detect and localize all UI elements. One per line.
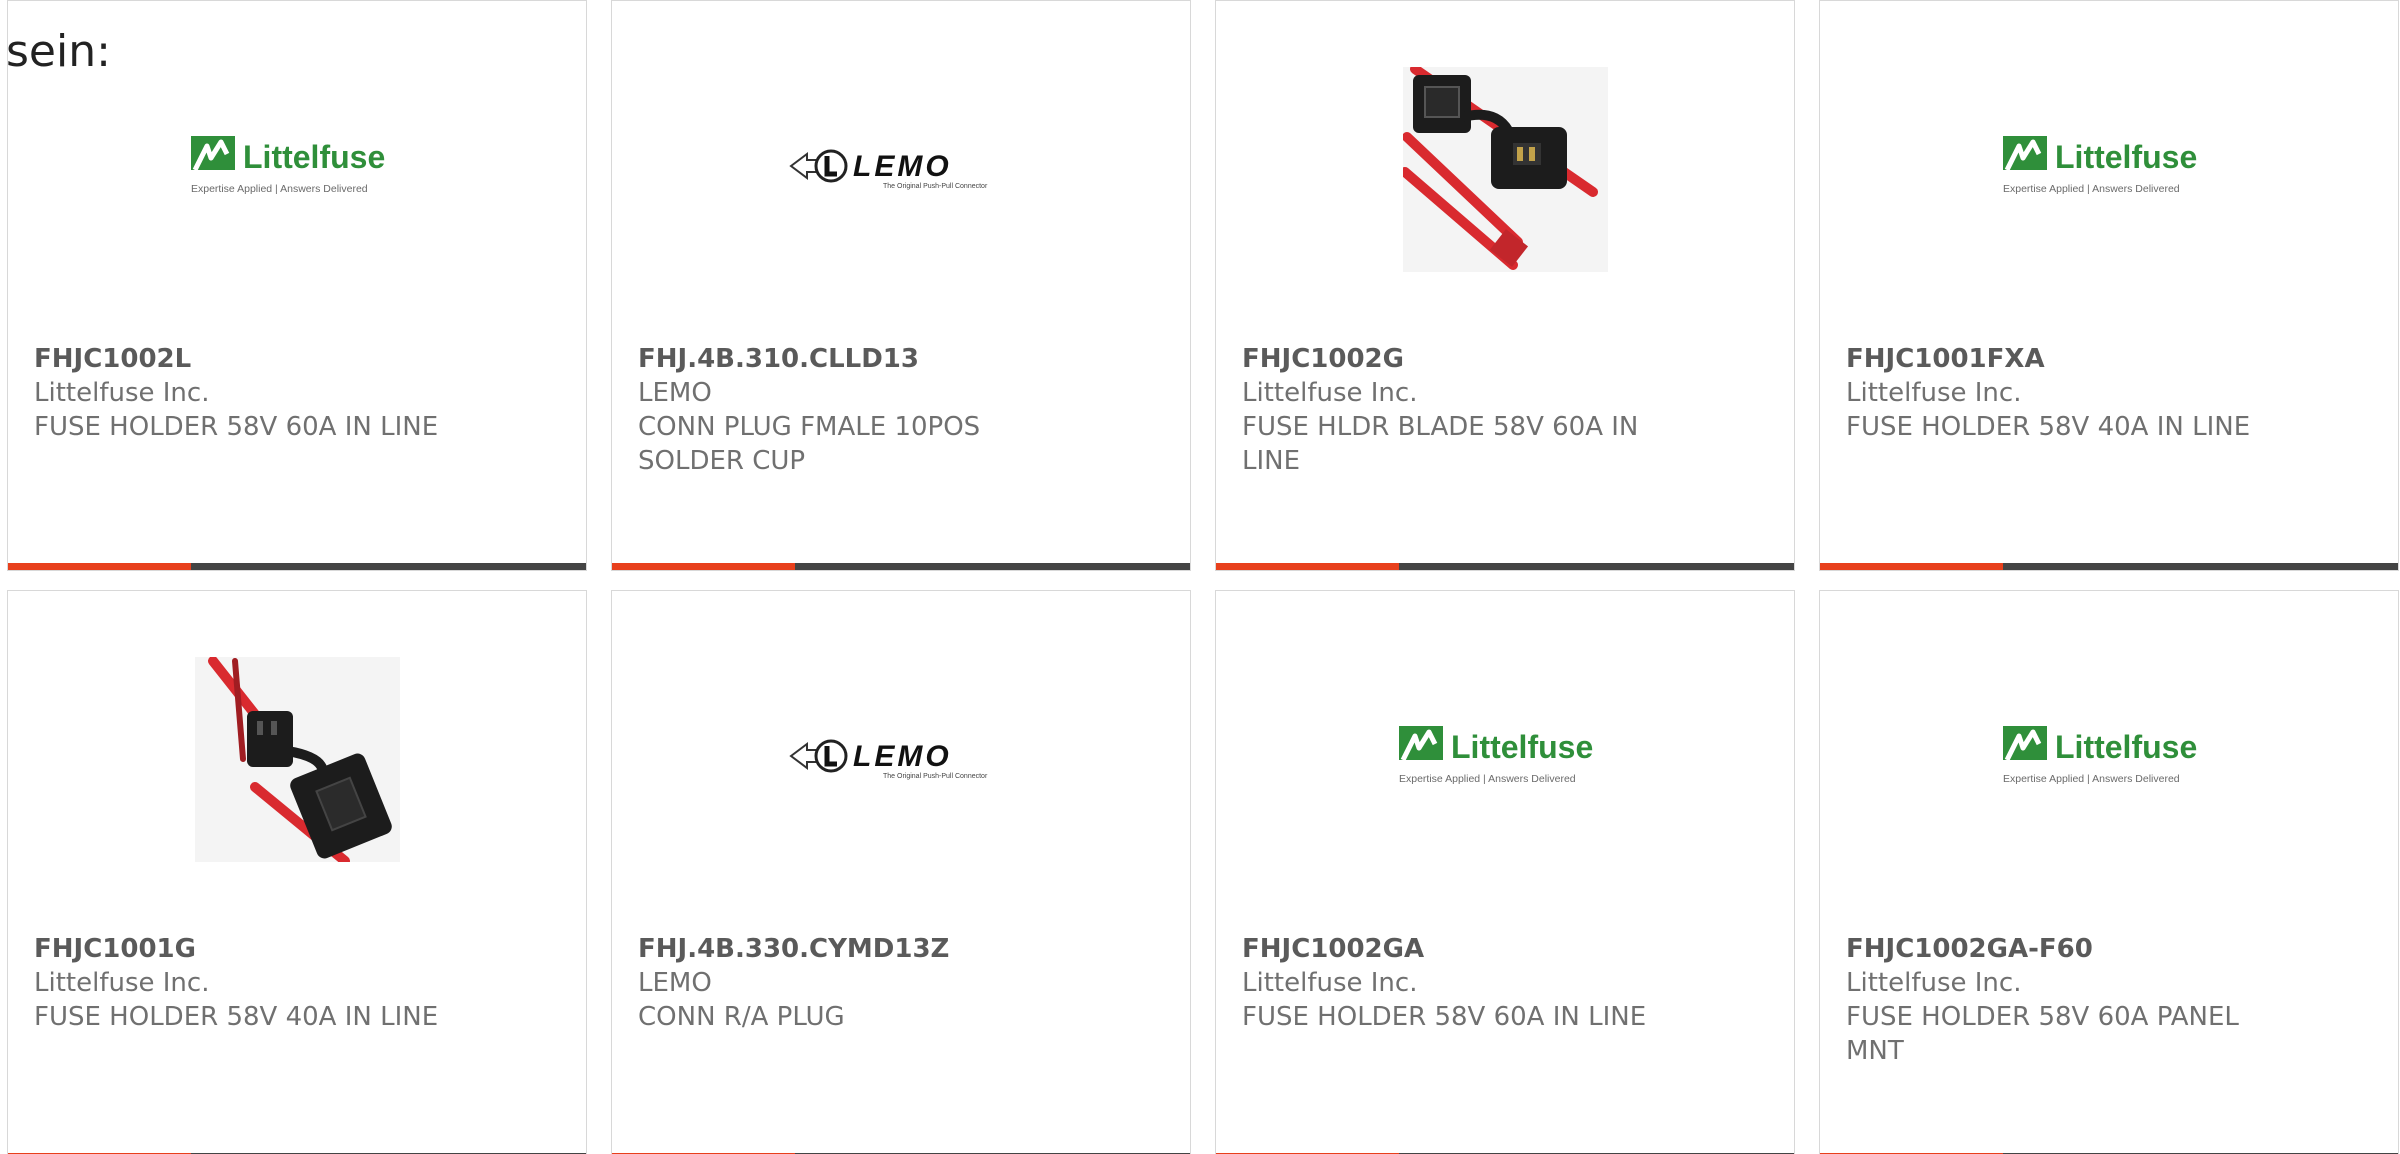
littelfuse-logo-text: Littelfuse bbox=[243, 139, 385, 175]
product-card[interactable]: LEMO The Original Push-Pull Connector FHJ… bbox=[611, 590, 1191, 1154]
product-description: CONN PLUG FMALE 10POS SOLDER CUP bbox=[638, 412, 981, 476]
product-manufacturer: Littelfuse Inc. bbox=[1846, 968, 2022, 998]
littelfuse-logo: Littelfuse Expertise Applied | Answers De… bbox=[2003, 726, 2197, 785]
littelfuse-logo: Littelfuse Expertise Applied | Answers De… bbox=[191, 136, 385, 195]
product-description: FUSE HLDR BLADE 58V 60A IN LINE bbox=[1242, 412, 1639, 476]
product-description: FUSE HOLDER 58V 60A IN LINE bbox=[34, 412, 439, 442]
product-description: FUSE HOLDER 58V 40A IN LINE bbox=[34, 1002, 439, 1032]
lemo-logo-text: LEMO bbox=[853, 150, 952, 183]
product-image: Littelfuse Expertise Applied | Answers De… bbox=[8, 64, 586, 274]
card-bottom-bar bbox=[1216, 563, 1794, 570]
littelfuse-logo-text: Littelfuse bbox=[2055, 729, 2197, 765]
fuse-holder-photo bbox=[1402, 66, 1608, 272]
product-image: LEMO The Original Push-Pull Connector bbox=[612, 654, 1190, 864]
product-image: Littelfuse Expertise Applied | Answers De… bbox=[1820, 64, 2398, 274]
product-card[interactable]: Littelfuse Expertise Applied | Answers De… bbox=[7, 0, 587, 571]
lemo-mark-icon bbox=[789, 739, 848, 773]
product-card[interactable]: Littelfuse Expertise Applied | Answers De… bbox=[1819, 590, 2399, 1154]
product-manufacturer: Littelfuse Inc. bbox=[34, 968, 210, 998]
littelfuse-logo-text: Littelfuse bbox=[1451, 729, 1593, 765]
product-image bbox=[1216, 64, 1794, 274]
littelfuse-tagline: Expertise Applied | Answers Delivered bbox=[2003, 183, 2180, 195]
product-card[interactable]: LEMO The Original Push-Pull Connector FHJ… bbox=[611, 0, 1191, 571]
card-bottom-bar bbox=[1820, 563, 2398, 570]
product-manufacturer: LEMO bbox=[638, 378, 712, 408]
product-image: Littelfuse Expertise Applied | Answers De… bbox=[1216, 654, 1794, 864]
product-part-number[interactable]: FHJ.4B.310.CLLD13 bbox=[638, 342, 1058, 376]
littelfuse-logo: Littelfuse Expertise Applied | Answers De… bbox=[1399, 726, 1593, 785]
product-card[interactable]: FHJC1002G Littelfuse Inc. FUSE HLDR BLAD… bbox=[1215, 0, 1795, 571]
product-card[interactable]: Littelfuse Expertise Applied | Answers De… bbox=[1819, 0, 2399, 571]
littelfuse-tagline: Expertise Applied | Answers Delivered bbox=[2003, 773, 2180, 785]
littelfuse-tagline: Expertise Applied | Answers Delivered bbox=[1399, 773, 1576, 785]
product-image bbox=[8, 654, 586, 864]
card-accent-bar bbox=[8, 563, 191, 570]
product-part-number[interactable]: FHJC1002G bbox=[1242, 342, 1662, 376]
lemo-logo: LEMOThe Original Push-Pull Connector bbox=[789, 149, 988, 190]
product-part-number[interactable]: FHJC1001G bbox=[34, 932, 454, 966]
product-manufacturer: Littelfuse Inc. bbox=[34, 378, 210, 408]
product-description: FUSE HOLDER 58V 60A PANEL MNT bbox=[1846, 1002, 2239, 1066]
product-card[interactable]: FHJC1001G Littelfuse Inc. FUSE HOLDER 58… bbox=[7, 590, 587, 1154]
card-bottom-bar bbox=[8, 563, 586, 570]
littelfuse-tagline: Expertise Applied | Answers Delivered bbox=[191, 183, 368, 195]
product-part-number[interactable]: FHJ.4B.330.CYMD13Z bbox=[638, 932, 1058, 966]
card-accent-bar bbox=[1820, 563, 2003, 570]
product-manufacturer: Littelfuse Inc. bbox=[1242, 968, 1418, 998]
littelfuse-mark-icon bbox=[2003, 136, 2047, 174]
lemo-logo: LEMOThe Original Push-Pull Connector bbox=[789, 739, 988, 780]
lemo-tagline: The Original Push-Pull Connector bbox=[883, 773, 988, 780]
product-description: FUSE HOLDER 58V 60A IN LINE bbox=[1242, 1002, 1647, 1032]
littelfuse-logo: Littelfuse Expertise Applied | Answers De… bbox=[2003, 136, 2197, 195]
littelfuse-mark-icon bbox=[2003, 726, 2047, 764]
fuse-holder-photo bbox=[194, 656, 400, 862]
lemo-mark-icon bbox=[789, 149, 848, 183]
product-manufacturer: LEMO bbox=[638, 968, 712, 998]
product-part-number[interactable]: FHJC1002GA bbox=[1242, 932, 1662, 966]
lemo-logo-text: LEMO bbox=[853, 740, 952, 773]
product-part-number[interactable]: FHJC1002GA-F60 bbox=[1846, 932, 2266, 966]
intro-text: sein: bbox=[6, 26, 111, 77]
product-image: Littelfuse Expertise Applied | Answers De… bbox=[1820, 654, 2398, 864]
littelfuse-mark-icon bbox=[1399, 726, 1443, 764]
product-part-number[interactable]: FHJC1001FXA bbox=[1846, 342, 2266, 376]
card-accent-bar bbox=[1216, 563, 1399, 570]
littelfuse-logo-text: Littelfuse bbox=[2055, 139, 2197, 175]
lemo-tagline: The Original Push-Pull Connector bbox=[883, 183, 988, 190]
product-manufacturer: Littelfuse Inc. bbox=[1242, 378, 1418, 408]
card-bottom-bar bbox=[612, 563, 1190, 570]
product-image: LEMO The Original Push-Pull Connector bbox=[612, 64, 1190, 274]
product-description: FUSE HOLDER 58V 40A IN LINE bbox=[1846, 412, 2251, 442]
product-manufacturer: Littelfuse Inc. bbox=[1846, 378, 2022, 408]
product-description: CONN R/A PLUG bbox=[638, 1002, 845, 1032]
product-part-number[interactable]: FHJC1002L bbox=[34, 342, 454, 376]
littelfuse-mark-icon bbox=[191, 136, 235, 174]
product-card[interactable]: Littelfuse Expertise Applied | Answers De… bbox=[1215, 590, 1795, 1154]
product-grid-page: sein: Littelfuse Expertise Applied | Answ… bbox=[0, 0, 2400, 1154]
card-accent-bar bbox=[612, 563, 795, 570]
